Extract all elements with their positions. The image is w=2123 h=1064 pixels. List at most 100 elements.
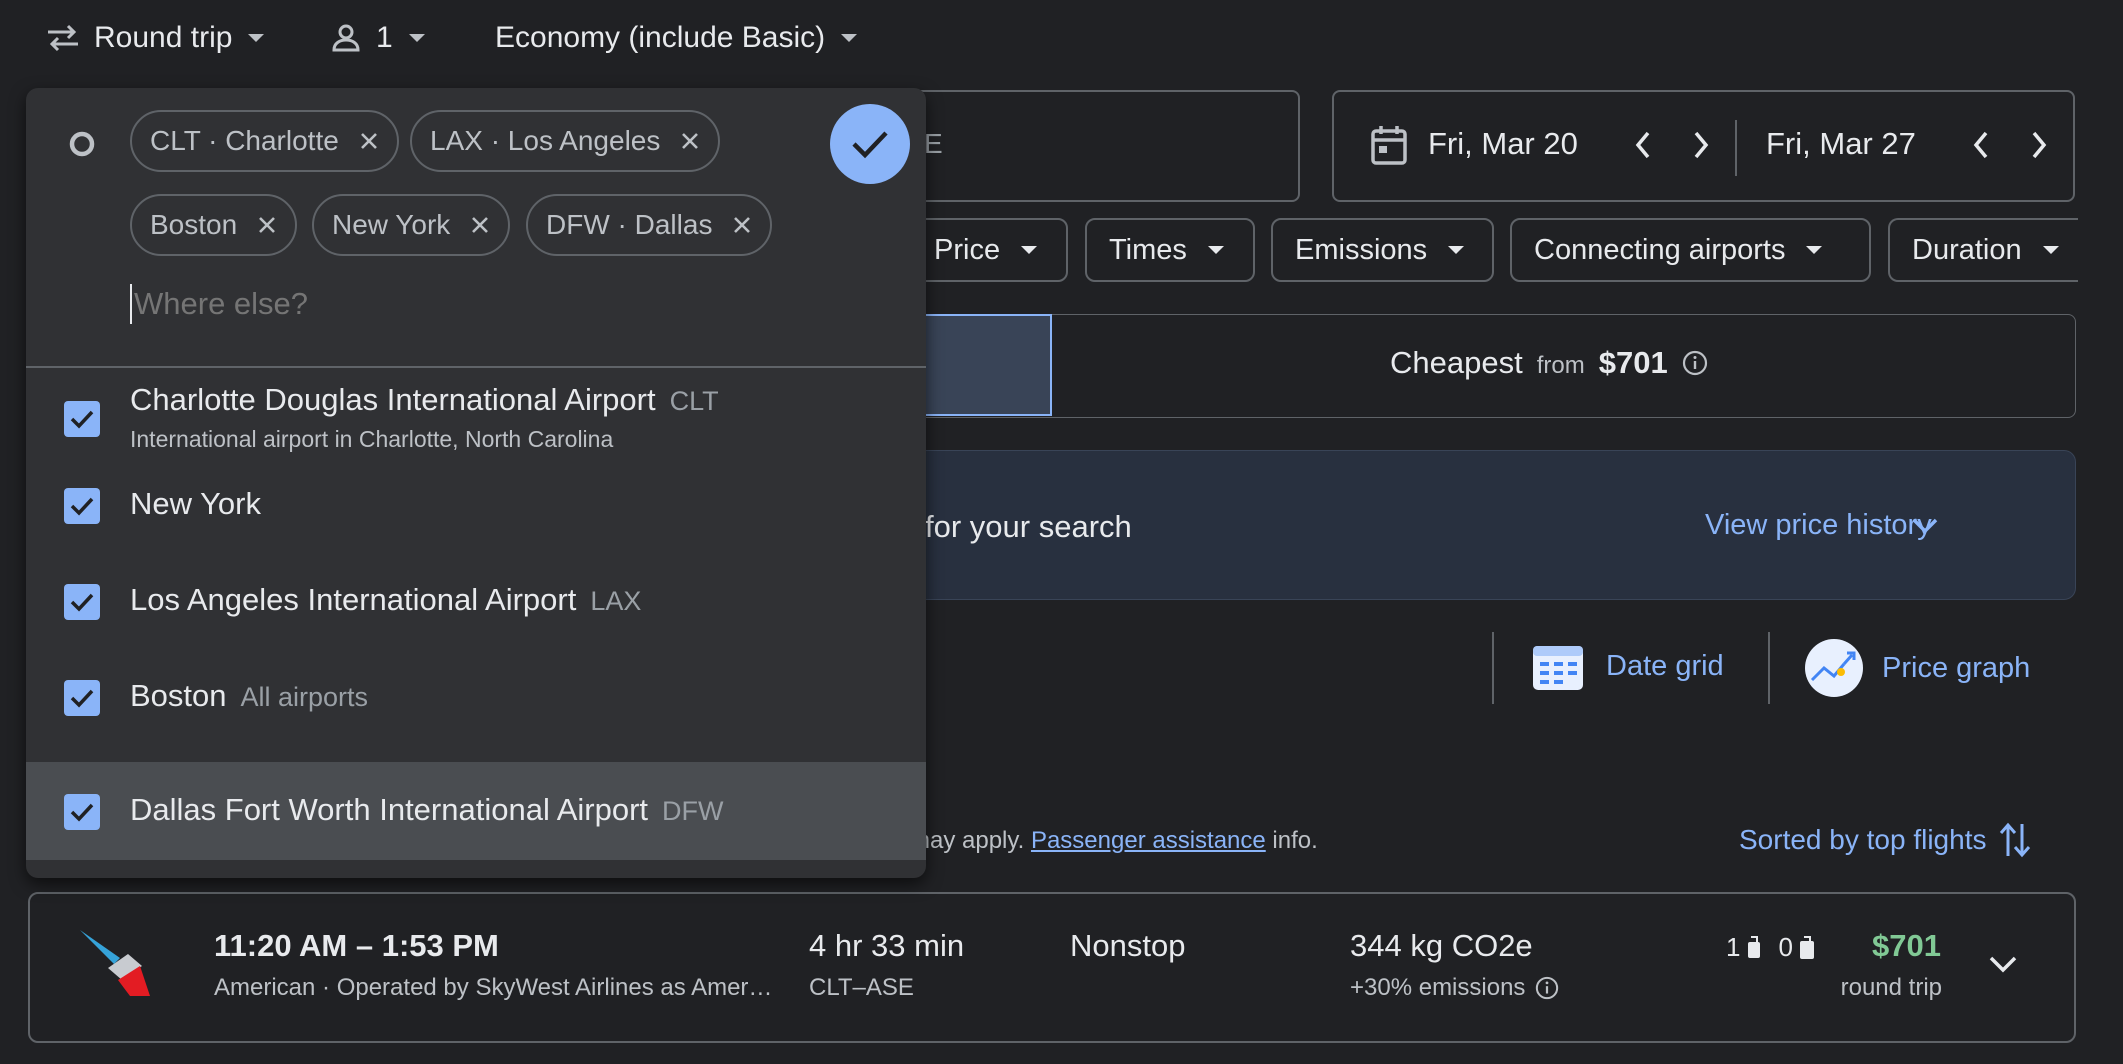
selected-token: Boston (130, 194, 298, 256)
remove-token-icon[interactable] (359, 131, 379, 151)
price-graph-label: Price graph (1882, 651, 2031, 684)
selected-token: CLT · Charlotte (130, 110, 399, 172)
baggage-info: 1 0 (1726, 932, 1815, 963)
sort-menu-button[interactable]: Sorted by top flights (1739, 820, 2032, 860)
filter-connecting-airports[interactable]: Connecting airports (1510, 218, 1871, 282)
remove-token-icon[interactable] (470, 215, 490, 235)
checkmark-icon (851, 129, 889, 159)
tab-cheapest[interactable]: Cheapest from $701 (1390, 345, 1708, 381)
flight-result-card[interactable]: 11:20 AM – 1:53 PM American · Operated b… (28, 892, 2076, 1043)
checked-bag-icon (1799, 935, 1815, 961)
token-label: Boston (150, 209, 238, 240)
option-charlotte-airport[interactable]: Charlotte Douglas International Airport C… (26, 368, 926, 468)
checkbox-checked-icon[interactable] (64, 488, 100, 524)
date-range-field: Fri, Mar 20 Fri, Mar 27 (1332, 90, 2075, 202)
passenger-select[interactable]: 1 (330, 14, 427, 62)
flight-emissions-delta: +30% emissions (1350, 974, 1526, 1001)
flight-duration: 4 hr 33 min (809, 928, 965, 963)
return-next-day-icon[interactable] (2030, 130, 2048, 160)
selected-token: New York (312, 194, 511, 256)
checkbox-checked-icon[interactable] (64, 401, 100, 437)
sort-label: Sorted by top flights (1739, 824, 1987, 855)
flight-emissions-delta-wrap: +30% emissions (1350, 974, 1559, 1002)
remove-token-icon[interactable] (732, 215, 752, 235)
done-button[interactable] (830, 104, 910, 184)
filter-duration-label: Duration (1912, 233, 2022, 266)
option-boston[interactable]: Boston All airports (26, 660, 926, 756)
date-grid-button[interactable]: Date grid (1530, 638, 1724, 694)
chevron-down-icon[interactable] (1911, 517, 1939, 535)
token-label: New York (332, 209, 451, 240)
calendar-icon (1370, 124, 1408, 166)
remove-token-icon[interactable] (680, 131, 700, 151)
chevron-down-icon (1020, 245, 1038, 255)
option-title: Boston All airports (130, 678, 368, 714)
origin-circle-icon (68, 130, 96, 158)
passenger-count: 1 (376, 21, 393, 54)
trip-type-select[interactable]: Round trip (46, 14, 266, 62)
filter-price-label: Price (934, 233, 1001, 266)
filter-connecting-airports-label: Connecting airports (1534, 233, 1786, 266)
fees-notice-text-end: info. (1272, 827, 1318, 854)
token-label: LAX · Los Angeles (430, 125, 661, 156)
chevron-down-icon (1447, 245, 1465, 255)
filter-duration[interactable]: Duration (1888, 218, 2078, 282)
expand-chevron-icon[interactable] (1988, 954, 2018, 974)
date-grid-icon (1530, 638, 1586, 694)
price-graph-button[interactable]: Price graph (1804, 638, 2030, 698)
option-name: Los Angeles International Airport (130, 582, 577, 617)
info-icon[interactable] (1535, 976, 1559, 1000)
cabin-class-label: Economy (include Basic) (495, 21, 826, 54)
option-code: DFW (662, 796, 724, 826)
option-name: New York (130, 486, 261, 521)
carry-on-count: 1 (1726, 932, 1741, 962)
cabin-class-select[interactable]: Economy (include Basic) (495, 14, 859, 62)
remove-token-icon[interactable] (257, 215, 277, 235)
chevron-down-icon (1207, 245, 1225, 255)
flight-stops: Nonstop (1070, 928, 1186, 963)
destination-field[interactable]: E (880, 90, 1300, 202)
chevron-down-icon (407, 32, 427, 44)
depart-prev-day-icon[interactable] (1634, 130, 1652, 160)
depart-next-day-icon[interactable] (1692, 130, 1710, 160)
option-dallas-airport[interactable]: Dallas Fort Worth International Airport D… (26, 762, 926, 860)
option-subtitle: International airport in Charlotte, Nort… (130, 426, 614, 452)
checkbox-checked-icon[interactable] (64, 794, 100, 830)
option-title: Dallas Fort Worth International Airport D… (130, 792, 724, 828)
divider (1492, 632, 1494, 704)
view-price-history-link[interactable]: View price history (1705, 509, 1932, 542)
checkbox-checked-icon[interactable] (64, 680, 100, 716)
filter-times-label: Times (1109, 233, 1187, 266)
filter-emissions-label: Emissions (1295, 233, 1428, 266)
filter-emissions[interactable]: Emissions (1271, 218, 1494, 282)
destination-picker: CLT · Charlotte LAX · Los Angeles Boston… (26, 88, 926, 878)
depart-date[interactable]: Fri, Mar 20 (1428, 126, 1578, 162)
checkbox-checked-icon[interactable] (64, 584, 100, 620)
flight-emissions: 344 kg CO2e (1350, 928, 1533, 963)
swap-arrows-icon (46, 23, 80, 53)
return-prev-day-icon[interactable] (1972, 130, 1990, 160)
passenger-assistance-link[interactable]: Passenger assistance (1031, 827, 1266, 854)
tab-cheapest-label: Cheapest (1390, 345, 1523, 380)
option-code: LAX (590, 586, 642, 616)
tab-cheapest-from: from (1536, 352, 1585, 379)
chevron-down-icon (2042, 245, 2060, 255)
destination-field-text: E (924, 128, 943, 159)
sort-arrows-icon (1998, 820, 2032, 860)
divider (1768, 632, 1770, 704)
carry-on-bag-icon (1746, 935, 1762, 961)
price-graph-icon (1804, 638, 1864, 698)
option-name: Boston (130, 678, 227, 713)
option-los-angeles-airport[interactable]: Los Angeles International Airport LAX (26, 564, 926, 660)
option-code: All airports (240, 682, 369, 712)
flight-airline: American · Operated by SkyWest Airlines … (214, 974, 773, 1001)
where-else-input[interactable] (130, 284, 654, 324)
checked-bag-count: 0 (1778, 932, 1793, 962)
return-date[interactable]: Fri, Mar 27 (1766, 126, 1916, 162)
banner-text: for your search (925, 509, 1132, 544)
filter-times[interactable]: Times (1085, 218, 1255, 282)
info-icon[interactable] (1682, 350, 1708, 376)
flight-price-type: round trip (1840, 974, 1942, 1001)
option-code: CLT (669, 386, 719, 416)
option-new-york[interactable]: New York (26, 468, 926, 564)
